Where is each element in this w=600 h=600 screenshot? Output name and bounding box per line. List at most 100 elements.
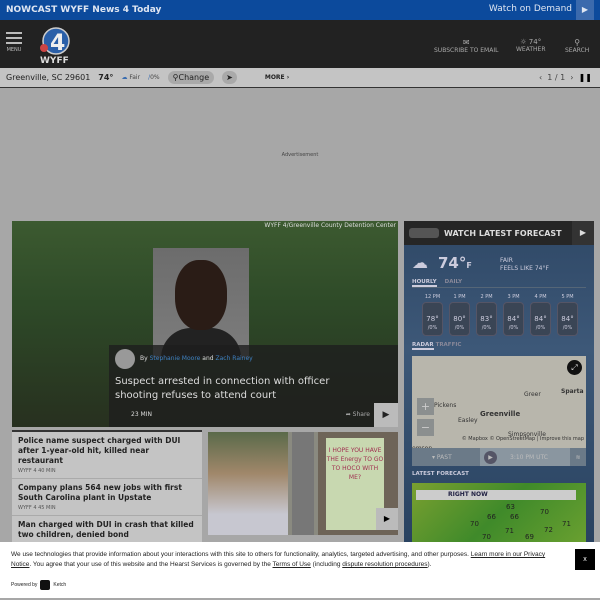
partly-cloudy-icon: ☁ — [412, 253, 428, 272]
by-label: By — [140, 355, 148, 362]
map-temp: 70 — [540, 508, 549, 516]
ketch-logo — [40, 580, 51, 590]
list-item[interactable]: Man charged with DUI in crash that kille… — [12, 516, 202, 545]
cookie-text: We use technologies that provide informa… — [11, 551, 469, 558]
right-now-label: RIGHT NOW — [416, 490, 576, 500]
share-button[interactable]: ➦ Share — [346, 411, 370, 418]
headline[interactable]: Company plans 564 new jobs with first So… — [18, 483, 196, 503]
map-temp: 63 — [506, 503, 515, 511]
headline-list: Police name suspect charged with DUI aft… — [12, 430, 202, 545]
story-card-image[interactable]: I HOPE YOU HAVE THE Energy TO GO TO HOCO… — [208, 432, 398, 535]
menu-button[interactable]: MENU — [6, 32, 22, 53]
tab-radar[interactable]: RADAR — [412, 342, 434, 350]
tab-hourly[interactable]: HOURLY — [412, 279, 437, 287]
hour-precip: 0% — [483, 325, 492, 331]
search-icon: ⚲ — [574, 38, 581, 47]
wyff-logo[interactable]: 4 WYFF — [36, 26, 70, 66]
menu-label: MENU — [6, 47, 22, 53]
hero-story[interactable]: WYFF 4/Greenville County Detention Cente… — [12, 221, 398, 427]
watch-forecast-button[interactable]: WATCH LATEST FORECAST ▶ — [404, 221, 594, 245]
past-label: PAST — [436, 453, 452, 461]
more-button[interactable]: MORE › — [265, 74, 289, 81]
map-temp: 66 — [487, 513, 496, 521]
layers-icon[interactable]: ≋ — [570, 454, 586, 461]
author-avatar — [115, 349, 135, 369]
map-temp: 70 — [470, 520, 479, 528]
dispute-link[interactable]: dispute resolution procedures — [342, 561, 427, 568]
forecast-header: WATCH LATEST FORECAST — [444, 228, 562, 238]
hour-precip: 0% — [537, 325, 546, 331]
radar-map[interactable]: Greer Sparta Pickens Greenville Easley S… — [412, 356, 586, 452]
more-label: MORE — [264, 74, 285, 81]
mugshot-image — [153, 248, 249, 358]
hour-temp: 84° — [507, 315, 520, 323]
map-label: Greenville — [480, 410, 521, 418]
widget-condition: FAIR — [500, 257, 513, 264]
terms-link[interactable]: Terms of Use — [273, 561, 311, 568]
expand-icon[interactable]: ⤢ — [567, 360, 582, 375]
precip: 0% — [150, 74, 160, 81]
weather-button[interactable]: ☼ 74° WEATHER — [516, 38, 546, 53]
map-temp: 70 — [482, 533, 491, 541]
headline[interactable]: Man charged with DUI in crash that kille… — [18, 520, 196, 540]
hour-precip: 0% — [429, 325, 438, 331]
hour-temp: 84° — [561, 315, 574, 323]
nowcast-label[interactable]: NOWCAST WYFF News 4 Today — [6, 5, 161, 15]
play-video-button[interactable]: ▶ — [374, 403, 398, 427]
latest-forecast-label: LATEST FORECAST — [412, 471, 469, 477]
map-temp: 71 — [562, 520, 571, 528]
subscribe-label: SUBSCRIBE TO EMAIL — [434, 47, 499, 54]
temp-unit: F — [466, 261, 472, 270]
map-attribution[interactable]: © Mapbox © OpenStreetMap | Improve this … — [462, 436, 584, 442]
play-video-button[interactable]: ▶ — [376, 508, 398, 530]
nowcast-bar[interactable]: NOWCAST WYFF News 4 Today Watch on Deman… — [0, 0, 600, 20]
list-item[interactable]: Police name suspect charged with DUI aft… — [12, 432, 202, 479]
author-link[interactable]: Zach Rainey — [216, 355, 253, 362]
zoom-in-button[interactable]: + — [417, 398, 434, 415]
map-temp: 71 — [505, 527, 514, 535]
play-icon[interactable]: ▶ — [576, 0, 594, 20]
hour-temp: 83° — [480, 315, 493, 323]
play-radar-button[interactable]: ▶ — [484, 450, 497, 464]
widget-temp: 74° — [438, 254, 467, 272]
prev-button[interactable]: ‹ — [539, 73, 542, 82]
weather-bar: Greenville, SC 29601 74° ☁ Fair /0% ⚲Cha… — [0, 68, 600, 88]
close-button[interactable]: x — [575, 549, 595, 570]
hourly-forecast-item: 5 PM 84°/0% — [557, 294, 578, 336]
hero-headline[interactable]: Suspect arrested in connection with offi… — [115, 375, 365, 403]
hour-temp: 78° — [426, 315, 439, 323]
tab-traffic[interactable]: TRAFFIC — [436, 342, 462, 350]
past-dropdown[interactable]: ▾ PAST — [412, 454, 480, 461]
hero-caption[interactable]: By Stephanie Moore and Zach Rainey Suspe… — [109, 345, 398, 427]
cookie-text: ). — [427, 561, 432, 568]
envelope-icon: ✉ — [462, 38, 470, 47]
cookie-text: (including — [312, 561, 341, 568]
play-icon[interactable]: ▶ — [572, 221, 594, 245]
headline-meta: WYFF 4 45 MIN — [18, 505, 56, 511]
forecast-map-image[interactable]: RIGHT NOW 63 66 66 70 70 71 72 71 70 69 — [412, 483, 586, 543]
map-label: Greer — [524, 391, 541, 398]
radar-controls: ▾ PAST 3:10 PM UTC ▶ ≋ — [412, 448, 586, 466]
map-temp: 72 — [544, 526, 553, 534]
header-temp: 74° — [528, 38, 542, 46]
tab-daily[interactable]: DAILY — [445, 279, 463, 287]
list-item[interactable]: Company plans 564 new jobs with first So… — [12, 479, 202, 516]
headline[interactable]: Police name suspect charged with DUI aft… — [18, 436, 196, 466]
svg-text:WYFF: WYFF — [40, 56, 69, 64]
hourly-forecast-item: 3 PM 84°/0% — [503, 294, 524, 336]
subscribe-email-button[interactable]: ✉ SUBSCRIBE TO EMAIL — [434, 38, 498, 54]
pause-button[interactable]: ❚❚ — [579, 73, 592, 82]
map-label: Sparta — [561, 388, 584, 395]
map-label: Pickens — [434, 402, 457, 409]
zoom-out-button[interactable]: − — [417, 419, 434, 436]
author-link[interactable]: Stephanie Moore — [150, 355, 201, 362]
photo-credit: WYFF 4/Greenville County Detention Cente… — [264, 222, 396, 229]
cookie-text: . You agree that your use of this websit… — [29, 561, 271, 568]
watch-on-demand-link[interactable]: Watch on Demand — [489, 4, 572, 14]
search-button[interactable]: ⚲ SEARCH — [565, 38, 589, 54]
locate-button[interactable]: ➤ — [222, 71, 237, 84]
advertisement-label: Advertisement — [281, 152, 319, 158]
hourly-forecast-item: 2 PM 83°/0% — [476, 294, 497, 336]
change-location-button[interactable]: ⚲Change — [167, 71, 215, 84]
next-button[interactable]: › — [570, 73, 573, 82]
